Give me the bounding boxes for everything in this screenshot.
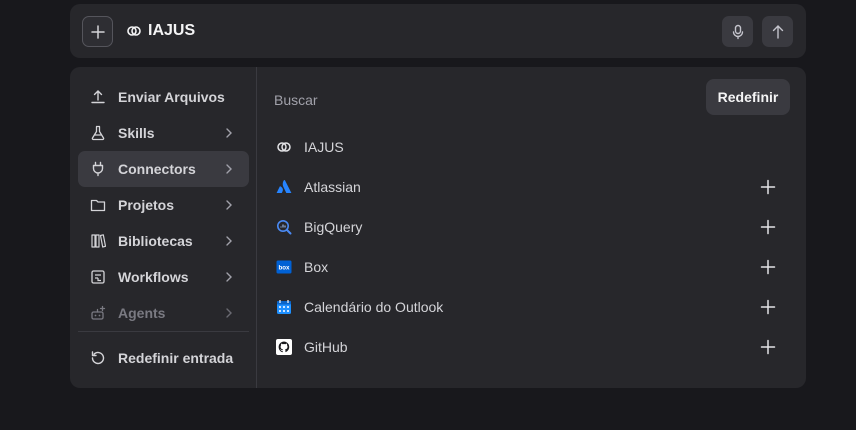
plus-icon bbox=[760, 179, 776, 195]
menu-item-label: Skills bbox=[118, 125, 155, 141]
menu-left-column: Enviar Arquivos Skills Connectors Projet… bbox=[70, 67, 257, 388]
menu-item-projetos[interactable]: Projetos bbox=[78, 187, 249, 223]
outlook-calendar-icon bbox=[276, 299, 292, 315]
plus-icon bbox=[760, 339, 776, 355]
flask-icon bbox=[90, 125, 106, 141]
connectors-submenu: Buscar Redefinir IAJUS Atlassian BigQuer… bbox=[258, 67, 806, 388]
microphone-icon bbox=[732, 24, 743, 39]
plus-icon bbox=[90, 24, 105, 39]
plus-icon bbox=[760, 259, 776, 275]
chevron-right-icon bbox=[225, 308, 235, 318]
menu-item-label: Bibliotecas bbox=[118, 233, 193, 249]
bigquery-logo-icon bbox=[276, 219, 292, 235]
send-button[interactable] bbox=[762, 16, 793, 47]
plus-icon bbox=[760, 219, 776, 235]
connector-row-bigquery[interactable]: BigQuery bbox=[266, 209, 790, 245]
context-label: IAJUS bbox=[148, 22, 196, 39]
reset-entry-label: Redefinir entrada bbox=[118, 350, 234, 366]
reset-entry-button[interactable]: Redefinir entrada bbox=[78, 340, 249, 376]
iajus-logo-icon bbox=[276, 139, 292, 155]
box-logo-icon: box bbox=[276, 259, 292, 275]
menu-item-workflows[interactable]: Workflows bbox=[78, 259, 249, 295]
connector-row-box[interactable]: box Box bbox=[266, 249, 790, 285]
menu-item-label: Workflows bbox=[118, 269, 189, 285]
chevron-right-icon bbox=[225, 272, 235, 282]
menu-item-label: Enviar Arquivos bbox=[118, 89, 225, 105]
connector-row-github[interactable]: GitHub bbox=[266, 329, 790, 365]
add-connector-button[interactable] bbox=[756, 215, 780, 239]
plug-icon bbox=[90, 161, 106, 177]
redefinir-button[interactable]: Redefinir bbox=[706, 79, 790, 115]
menu-item-label: Connectors bbox=[118, 161, 196, 177]
chevron-right-icon bbox=[225, 236, 235, 246]
connector-label: BigQuery bbox=[304, 219, 363, 235]
add-connector-button[interactable] bbox=[756, 175, 780, 199]
context-chip[interactable]: IAJUS bbox=[126, 20, 195, 42]
connector-label: Atlassian bbox=[304, 179, 361, 195]
chevron-right-icon bbox=[225, 200, 235, 210]
upload-icon bbox=[90, 89, 106, 105]
connector-row-iajus[interactable]: IAJUS bbox=[266, 129, 790, 165]
github-logo-icon bbox=[276, 339, 292, 355]
connector-label: IAJUS bbox=[304, 139, 344, 155]
plus-icon bbox=[760, 299, 776, 315]
reset-icon bbox=[90, 350, 106, 366]
add-attachment-button[interactable] bbox=[82, 16, 113, 47]
menu-item-agents[interactable]: Agents bbox=[78, 295, 249, 331]
attachment-menu-panel: Enviar Arquivos Skills Connectors Projet… bbox=[70, 67, 806, 388]
add-connector-button[interactable] bbox=[756, 295, 780, 319]
connector-label: Calendário do Outlook bbox=[304, 299, 444, 315]
connector-row-atlassian[interactable]: Atlassian bbox=[266, 169, 790, 205]
menu-item-skills[interactable]: Skills bbox=[78, 115, 249, 151]
atlassian-logo-icon bbox=[276, 179, 292, 195]
folder-icon bbox=[90, 197, 106, 213]
connector-label: Box bbox=[304, 259, 329, 275]
iajus-logo-icon bbox=[127, 26, 141, 36]
connectors-search[interactable]: Buscar bbox=[274, 92, 318, 108]
composer-bar: IAJUS bbox=[70, 4, 806, 58]
svg-text:box: box bbox=[278, 265, 290, 272]
menu-item-connectors[interactable]: Connectors bbox=[78, 151, 249, 187]
agent-icon bbox=[90, 305, 106, 321]
menu-item-bibliotecas[interactable]: Bibliotecas bbox=[78, 223, 249, 259]
add-connector-button[interactable] bbox=[756, 255, 780, 279]
library-icon bbox=[90, 233, 106, 249]
menu-item-label: Projetos bbox=[118, 197, 175, 213]
add-connector-button[interactable] bbox=[756, 335, 780, 359]
chevron-right-icon bbox=[225, 164, 235, 174]
chevron-right-icon bbox=[225, 128, 235, 138]
menu-divider bbox=[78, 331, 249, 332]
workflow-icon bbox=[90, 269, 106, 285]
connector-label: GitHub bbox=[304, 339, 348, 355]
connector-row-outlook-calendar[interactable]: Calendário do Outlook bbox=[266, 289, 790, 325]
arrow-up-icon bbox=[772, 24, 783, 39]
menu-item-enviar-arquivos[interactable]: Enviar Arquivos bbox=[78, 79, 249, 115]
microphone-button[interactable] bbox=[722, 16, 753, 47]
menu-item-label: Agents bbox=[118, 305, 166, 321]
